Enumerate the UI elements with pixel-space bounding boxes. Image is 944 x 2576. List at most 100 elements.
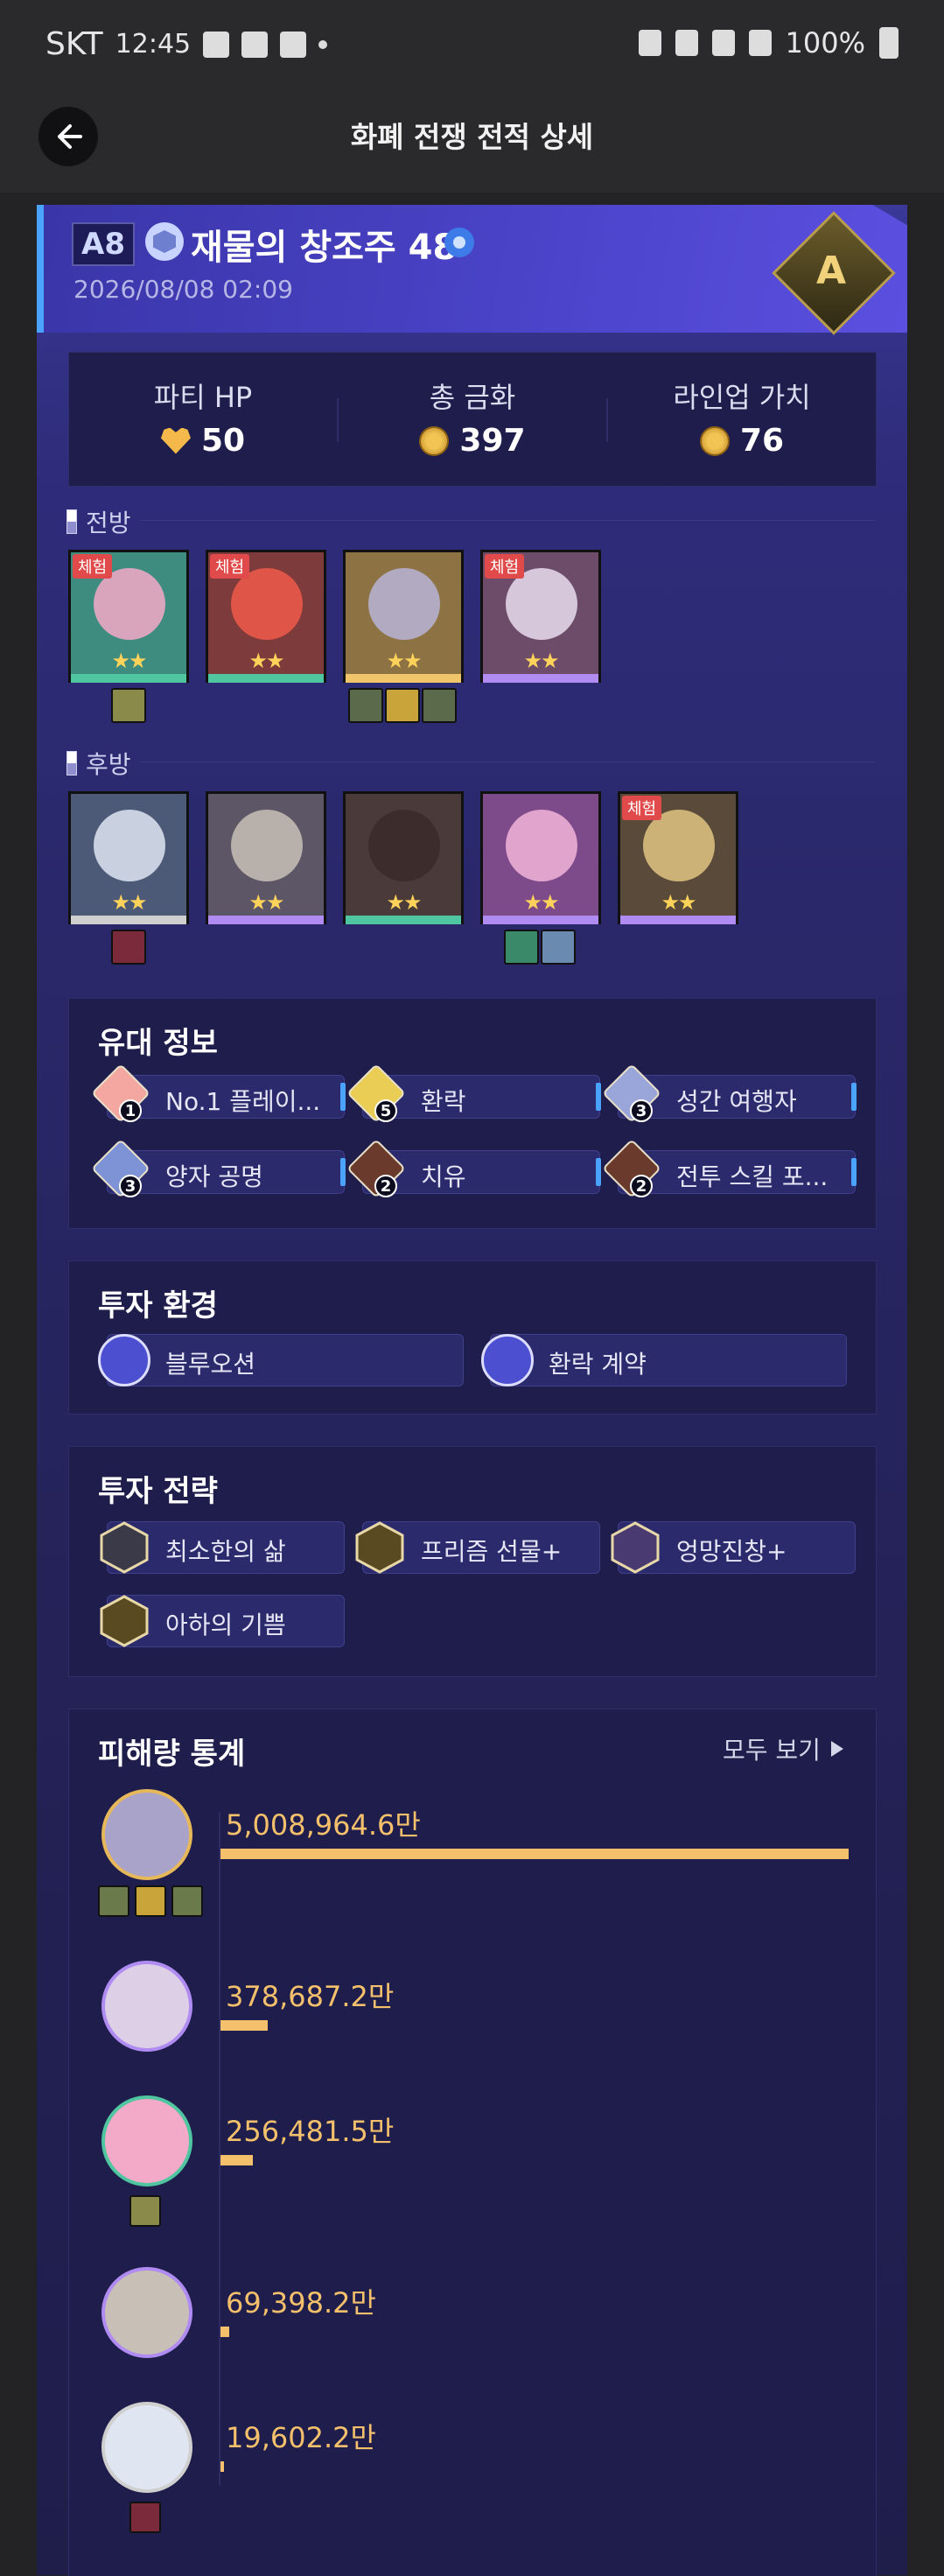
environment-chip[interactable]: 환락 계약 (490, 1334, 847, 1386)
view-all-label: 모두 보기 (723, 1736, 821, 1765)
stat-value: 397 (459, 423, 526, 459)
damage-title: 피해량 통계 (98, 1737, 246, 1772)
stat-label: 파티 HP (153, 381, 253, 414)
strategy-label: 최소한의 삶 (165, 1537, 286, 1566)
eidolon-stars: ★★ (111, 890, 147, 915)
relic-icon[interactable] (111, 930, 146, 965)
rarity-bar (208, 674, 324, 683)
character-avatar[interactable] (101, 2402, 192, 2493)
eidolon-stars: ★★ (248, 649, 284, 673)
bond-label: 환락 (421, 1087, 466, 1116)
relic-icon[interactable] (541, 930, 576, 965)
character-avatar[interactable] (101, 1789, 192, 1880)
status-left: SKT 12:45 (45, 26, 328, 62)
environment-chip[interactable]: 블루오션 (107, 1334, 464, 1386)
damage-bar (220, 2461, 224, 2472)
trial-tag: 체험 (210, 554, 250, 579)
chip-end-marker (596, 1083, 601, 1111)
strategy-label: 엉망진창+ (676, 1537, 787, 1566)
grade-letter: A (815, 248, 847, 293)
gallery-icon (203, 31, 230, 58)
chip-end-marker (596, 1158, 601, 1186)
character-portrait (368, 810, 440, 881)
bond-label: No.1 플레이... (165, 1087, 321, 1116)
character-card[interactable]: ★★ (206, 791, 326, 924)
bond-count: 2 (374, 1175, 397, 1197)
character-card[interactable]: ★★ 체험 (206, 550, 326, 683)
status-right: 100% (638, 26, 899, 60)
character-portrait (506, 810, 577, 881)
relic-icon[interactable] (171, 1885, 203, 1917)
character-card[interactable]: ★★ (480, 791, 601, 924)
character-card[interactable]: ★★ (343, 791, 464, 924)
relic-icon[interactable] (98, 1885, 129, 1917)
bond-count: 3 (630, 1099, 653, 1122)
trial-tag: 체험 (73, 554, 113, 579)
trial-tag: 체험 (622, 796, 662, 820)
relic-icon[interactable] (135, 1885, 166, 1917)
relic-icon[interactable] (504, 930, 539, 965)
environment-title: 투자 환경 (98, 1288, 218, 1323)
page-title: 화폐 전쟁 전적 상세 (350, 120, 594, 154)
run-date: 2026/08/08 02:09 (73, 275, 293, 304)
bond-label: 성간 여행자 (676, 1087, 797, 1116)
stat-label: 라인업 가치 (673, 381, 811, 414)
view-all-link[interactable]: 모두 보기 (723, 1731, 845, 1766)
front-label-text: 전방 (86, 509, 131, 537)
rank-badge: A8 (72, 222, 135, 266)
rarity-bar (208, 916, 324, 924)
character-card[interactable]: ★★ 체험 (618, 791, 738, 924)
character-card[interactable]: ★★ (68, 791, 189, 924)
battery-level: 100% (785, 26, 865, 60)
prism-gift-icon (355, 1521, 404, 1574)
bond-title: 유대 정보 (98, 1026, 218, 1061)
back-label-text: 후방 (86, 750, 131, 779)
damage-value: 69,398.2만 (226, 2286, 376, 2320)
character-card[interactable]: ★★ 체험 (480, 550, 601, 683)
eidolon-stars: ★★ (248, 890, 284, 915)
damage-bar (220, 1849, 849, 1859)
eidolon-stars: ★★ (661, 890, 696, 915)
stat-value: 76 (739, 423, 785, 459)
relic-icon[interactable] (129, 2195, 161, 2227)
clock: 12:45 (115, 29, 192, 60)
relic-icon[interactable] (385, 688, 420, 723)
damage-value: 19,602.2만 (226, 2421, 376, 2454)
relic-icon[interactable] (111, 688, 146, 723)
contract-icon (481, 1334, 534, 1386)
bond-count: 1 (119, 1099, 142, 1122)
character-portrait (643, 810, 715, 881)
character-avatar[interactable] (101, 1961, 192, 2052)
run-title: 재물의 창조주 48 (191, 228, 458, 268)
relic-icon[interactable] (422, 688, 457, 723)
character-card[interactable]: ★★ (343, 550, 464, 683)
bond-label: 치유 (421, 1162, 466, 1191)
back-marker-icon (66, 751, 77, 776)
more-notifications-icon (318, 39, 328, 49)
relic-icon[interactable] (348, 688, 383, 723)
rarity-bar (483, 674, 598, 683)
damage-value: 256,481.5만 (226, 2115, 395, 2148)
verified-icon (444, 228, 474, 257)
chip-end-marker (340, 1083, 346, 1111)
stat-value: 50 (200, 423, 246, 459)
naver-icon (280, 31, 307, 58)
damage-bar (220, 2155, 253, 2165)
bond-label: 양자 공명 (165, 1162, 263, 1191)
coin-icon (419, 425, 450, 456)
character-portrait (506, 568, 577, 640)
rarity-bar (620, 916, 736, 924)
chip-end-marker (340, 1158, 346, 1186)
environment-label: 블루오션 (165, 1350, 256, 1379)
relic-icon[interactable] (129, 2502, 161, 2533)
shirt-icon (100, 1521, 149, 1574)
character-portrait (94, 810, 165, 881)
character-card[interactable]: ★★ 체험 (68, 550, 189, 683)
character-portrait (231, 810, 303, 881)
strategy-label: 프리즘 선물+ (421, 1537, 563, 1566)
rarity-bar (71, 674, 186, 683)
character-avatar[interactable] (101, 2095, 192, 2186)
wifi-icon (711, 30, 735, 56)
chaos-icon (611, 1521, 660, 1574)
character-avatar[interactable] (101, 2267, 192, 2358)
